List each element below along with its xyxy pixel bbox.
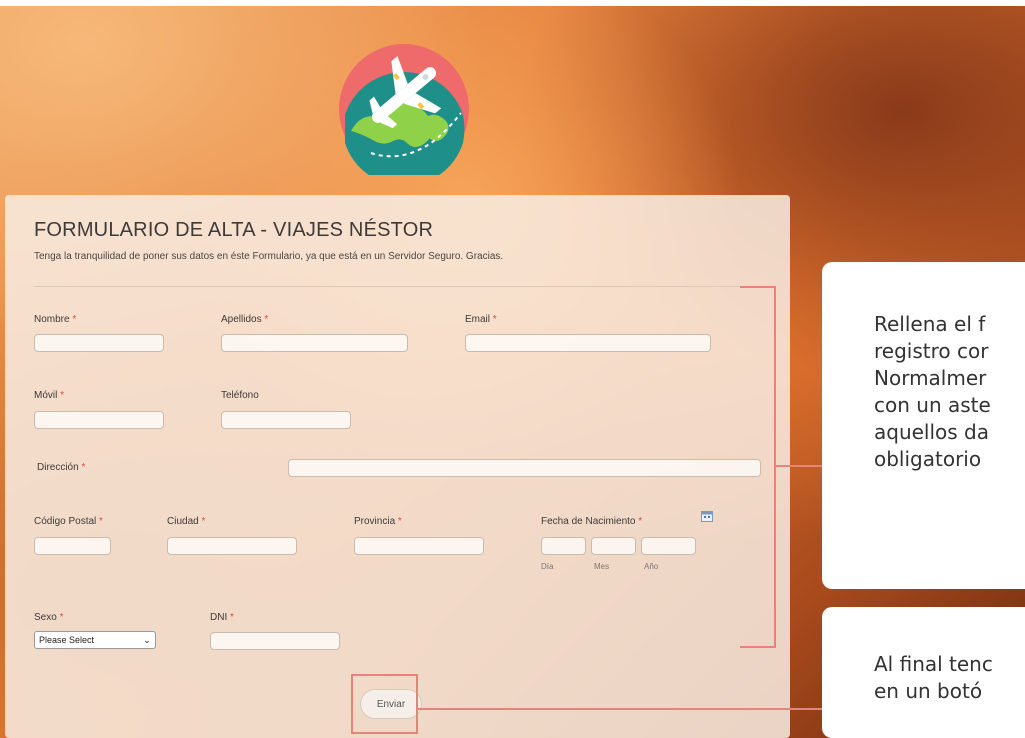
callout-connector-1: [776, 465, 822, 467]
fecha-dia-label: Día: [541, 562, 554, 571]
apellidos-label: Apellidos *: [221, 314, 269, 325]
form-subtitle: Tenga la tranquilidad de poner sus datos…: [34, 251, 504, 262]
provincia-label: Provincia *: [354, 516, 402, 527]
nombre-label: Nombre *: [34, 314, 77, 325]
codigo-postal-label: Código Postal *: [34, 516, 103, 527]
fecha-dia-input[interactable]: [541, 537, 586, 555]
sexo-select[interactable]: Please Select ⌄: [34, 631, 156, 649]
sexo-label: Sexo *: [34, 612, 64, 623]
apellidos-input[interactable]: [221, 334, 408, 352]
dni-label: DNI *: [210, 612, 234, 623]
airplane-globe-logo-icon: [339, 44, 469, 175]
telefono-input[interactable]: [221, 411, 351, 429]
provincia-input[interactable]: [354, 537, 484, 555]
fecha-nacimiento-label: Fecha de Nacimiento *: [541, 516, 643, 527]
movil-label: Móvil *: [34, 390, 65, 401]
callout-submit-instructions: Al final tenc en un botó: [822, 607, 1025, 738]
direccion-input[interactable]: [288, 459, 761, 477]
dni-input[interactable]: [210, 632, 340, 650]
callout-fill-instructions: Rellena el f registro cor Normalmer con …: [822, 262, 1025, 589]
submit-highlight-frame: [351, 674, 418, 734]
fecha-mes-input[interactable]: [591, 537, 636, 555]
chevron-down-icon: ⌄: [143, 634, 151, 645]
sexo-selected-value: Please Select: [39, 635, 95, 645]
fecha-ano-input[interactable]: [641, 537, 696, 555]
fecha-mes-label: Mes: [594, 562, 610, 571]
top-strip: [0, 0, 1025, 6]
telefono-label: Teléfono: [221, 390, 259, 401]
email-input[interactable]: [465, 334, 711, 352]
movil-input[interactable]: [34, 411, 164, 429]
direccion-label: Dirección *: [37, 462, 86, 473]
fields-bracket: [740, 286, 776, 648]
callout-connector-2: [418, 708, 822, 710]
form-title: FORMULARIO DE ALTA - VIAJES NÉSTOR: [34, 219, 434, 241]
ciudad-input[interactable]: [167, 537, 297, 555]
email-label: Email *: [465, 314, 497, 325]
form-divider: [34, 286, 774, 287]
ciudad-label: Ciudad *: [167, 516, 206, 527]
fecha-ano-label: Año: [644, 562, 659, 571]
nombre-input[interactable]: [34, 334, 164, 352]
calendar-icon[interactable]: [701, 510, 713, 522]
codigo-postal-input[interactable]: [34, 537, 111, 555]
